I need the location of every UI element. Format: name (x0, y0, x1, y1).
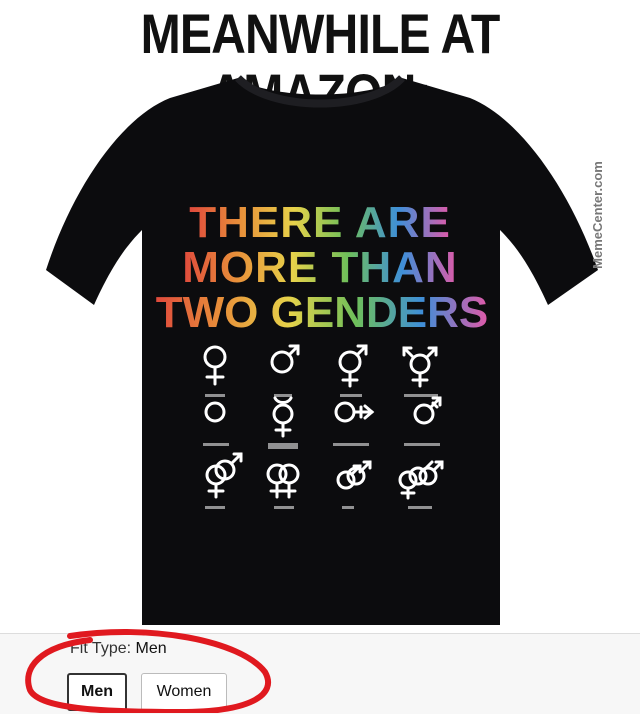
symbol-caption (203, 443, 229, 446)
symbol-caption (268, 443, 298, 449)
fit-type-selected: Men (135, 640, 167, 657)
symbol-caption (274, 394, 292, 397)
slogan-line-1: THERE ARE (189, 198, 451, 247)
fit-option-men-button[interactable]: Men (67, 673, 127, 711)
symbol-caption (408, 506, 432, 509)
symbol-caption (333, 443, 369, 446)
symbol-caption (342, 506, 354, 509)
slogan-line-3: TWO GENDERS (156, 288, 488, 337)
symbol-caption (404, 394, 438, 397)
symbol-caption (340, 394, 362, 397)
fit-type-label-text: Fit Type: (70, 640, 132, 657)
tshirt-body (46, 78, 598, 625)
tshirt-image: THERE ARE MORE THAN TWO GENDERS (46, 75, 598, 625)
symbol-caption (205, 506, 225, 509)
slogan-line-2: MORE THAN (182, 243, 457, 292)
fit-type-label: Fit Type: Men (70, 640, 167, 658)
symbol-caption (205, 394, 225, 397)
fit-option-women-button[interactable]: Women (141, 673, 227, 711)
symbol-caption (404, 443, 440, 446)
watermark: MemeCenter.com (590, 161, 605, 269)
symbol-caption (274, 506, 294, 509)
